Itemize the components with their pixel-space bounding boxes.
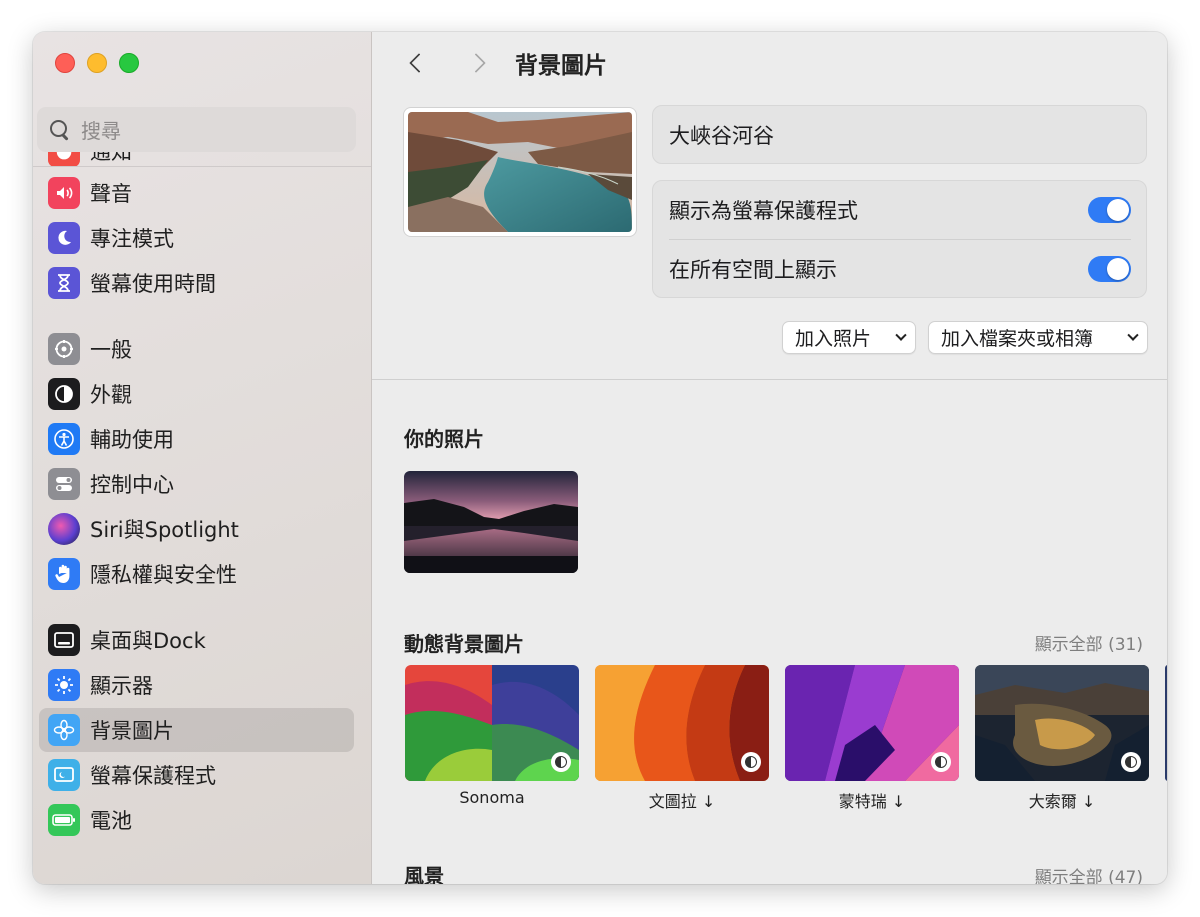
search-field[interactable]: 搜尋 — [37, 107, 356, 152]
accessibility-icon — [48, 423, 80, 455]
sidebar-item-label: 顯示器 — [90, 674, 153, 698]
sidebar-divider — [33, 166, 371, 167]
add-photo-label: 加入照片 — [795, 328, 872, 350]
chevron-down-icon — [1127, 329, 1139, 341]
sun-icon — [48, 669, 80, 701]
sidebar-item-label: 螢幕使用時間 — [90, 272, 216, 296]
sidebar-item-label: 螢幕保護程式 — [90, 764, 216, 788]
sidebar-item-label: 控制中心 — [90, 473, 174, 497]
battery-icon — [48, 804, 80, 836]
sidebar-item-label: 輔助使用 — [90, 428, 174, 452]
wallpaper-label: 文圖拉 ↓ — [648, 792, 716, 811]
sidebar-item-displays[interactable]: 顯示器 — [39, 663, 354, 707]
sidebar-item-wallpaper[interactable]: 背景圖片 — [39, 708, 354, 752]
zoom-button[interactable] — [119, 53, 139, 73]
add-photo-dropdown[interactable]: 加入照片 — [782, 321, 916, 354]
sidebar-item-battery[interactable]: 電池 — [39, 798, 354, 842]
sidebar-item-label: 背景圖片 — [90, 719, 174, 743]
toolbar: 背景圖片 — [372, 32, 1167, 96]
dynamic-badge-icon — [741, 752, 761, 772]
sidebar-item-accessibility[interactable]: 輔助使用 — [39, 417, 354, 461]
hourglass-icon — [48, 267, 80, 299]
sidebar-item-label: 聲音 — [90, 182, 132, 206]
your-photos-title: 你的照片 — [404, 427, 484, 451]
back-button[interactable] — [405, 47, 433, 79]
content-pane: 背景圖片 大峽谷河谷 顯示為螢幕保護程式 在所有空間上顯示 加入照片 加入檔案夾… — [372, 32, 1167, 884]
hand-icon — [48, 558, 80, 590]
screensaver-icon — [48, 759, 80, 791]
option-label: 在所有空間上顯示 — [669, 258, 837, 282]
show-on-all-spaces-toggle[interactable] — [1088, 256, 1131, 282]
next-wallpaper-peek — [1165, 665, 1167, 781]
chevron-right-icon — [466, 53, 486, 73]
sidebar-item-privacy[interactable]: 隱私權與安全性 — [39, 552, 354, 596]
current-wallpaper-preview[interactable] — [404, 108, 636, 236]
search-icon — [49, 119, 71, 141]
sidebar-item-label: 專注模式 — [90, 227, 174, 251]
landscape-title: 風景 — [404, 864, 444, 884]
wallpaper-thumbnail-sonoma[interactable] — [405, 665, 579, 781]
sidebar-item-label: 桌面與Dock — [90, 629, 206, 653]
landscape-show-all-link[interactable]: 顯示全部 (47) — [1035, 863, 1143, 884]
siri-icon — [48, 513, 80, 545]
your-photo-thumbnail[interactable] — [404, 471, 578, 573]
moon-icon — [48, 222, 80, 254]
add-folder-dropdown[interactable]: 加入檔案夾或相簿 — [928, 321, 1148, 354]
chevron-down-icon — [895, 329, 907, 341]
page-title: 背景圖片 — [515, 53, 607, 79]
sidebar-item-control-center[interactable]: 控制中心 — [39, 462, 354, 506]
wallpaper-thumbnail-ventura[interactable] — [595, 665, 769, 781]
sidebar-item-screen-time[interactable]: 螢幕使用時間 — [39, 261, 354, 305]
sidebar-item-siri-spotlight[interactable]: Siri與Spotlight — [39, 507, 354, 551]
divider — [372, 379, 1167, 380]
wallpaper-thumbnail-monterey[interactable] — [785, 665, 959, 781]
wallpaper-label: 大索爾 ↓ — [1028, 792, 1096, 811]
sidebar-item-general[interactable]: 一般 — [39, 327, 354, 371]
wallpaper-label: 蒙特瑞 ↓ — [838, 792, 906, 811]
sidebar-item-label: 隱私權與安全性 — [90, 563, 237, 587]
dock-icon — [48, 624, 80, 656]
wallpaper-options-group: 顯示為螢幕保護程式 在所有空間上顯示 — [652, 180, 1147, 298]
sidebar-item-screen-saver[interactable]: 螢幕保護程式 — [39, 753, 354, 797]
dynamic-badge-icon — [1121, 752, 1141, 772]
window-controls — [55, 53, 139, 73]
forward-button[interactable] — [462, 47, 490, 79]
show-on-all-spaces-row: 在所有空間上顯示 — [653, 240, 1146, 298]
sidebar: ● 通知 聲音 專注模式 螢幕使用時間 — [33, 32, 372, 884]
wallpaper-thumbnail-big-sur[interactable] — [975, 665, 1149, 781]
wallpaper-name: 大峽谷河谷 — [652, 105, 1147, 164]
show-as-screensaver-row: 顯示為螢幕保護程式 — [653, 181, 1146, 239]
sidebar-item-appearance[interactable]: 外觀 — [39, 372, 354, 416]
dynamic-badge-icon — [931, 752, 951, 772]
canyon-river-image — [408, 112, 632, 232]
sidebar-item-desktop-dock[interactable]: 桌面與Dock — [39, 618, 354, 662]
speaker-icon — [48, 177, 80, 209]
gear-icon — [48, 333, 80, 365]
close-button[interactable] — [55, 53, 75, 73]
appearance-icon — [48, 378, 80, 410]
show-as-screensaver-toggle[interactable] — [1088, 197, 1131, 223]
sidebar-item-label: Siri與Spotlight — [90, 518, 239, 542]
sidebar-item-sound[interactable]: 聲音 — [39, 171, 354, 215]
flower-icon — [48, 714, 80, 746]
add-folder-label: 加入檔案夾或相簿 — [941, 328, 1094, 350]
sidebar-item-label: 外觀 — [90, 383, 132, 407]
wallpaper-label: Sonoma — [459, 788, 525, 807]
dynamic-badge-icon — [551, 752, 571, 772]
minimize-button[interactable] — [87, 53, 107, 73]
option-label: 顯示為螢幕保護程式 — [669, 199, 858, 223]
chevron-left-icon — [409, 53, 429, 73]
toggles-icon — [48, 468, 80, 500]
dynamic-wallpapers-title: 動態背景圖片 — [404, 632, 524, 656]
sidebar-item-label: 一般 — [90, 338, 132, 362]
search-placeholder: 搜尋 — [81, 119, 121, 143]
dynamic-show-all-link[interactable]: 顯示全部 (31) — [1035, 630, 1143, 655]
sidebar-item-label: 電池 — [90, 809, 132, 833]
sidebar-item-focus[interactable]: 專注模式 — [39, 216, 354, 260]
settings-window: ● 通知 聲音 專注模式 螢幕使用時間 — [33, 32, 1167, 884]
